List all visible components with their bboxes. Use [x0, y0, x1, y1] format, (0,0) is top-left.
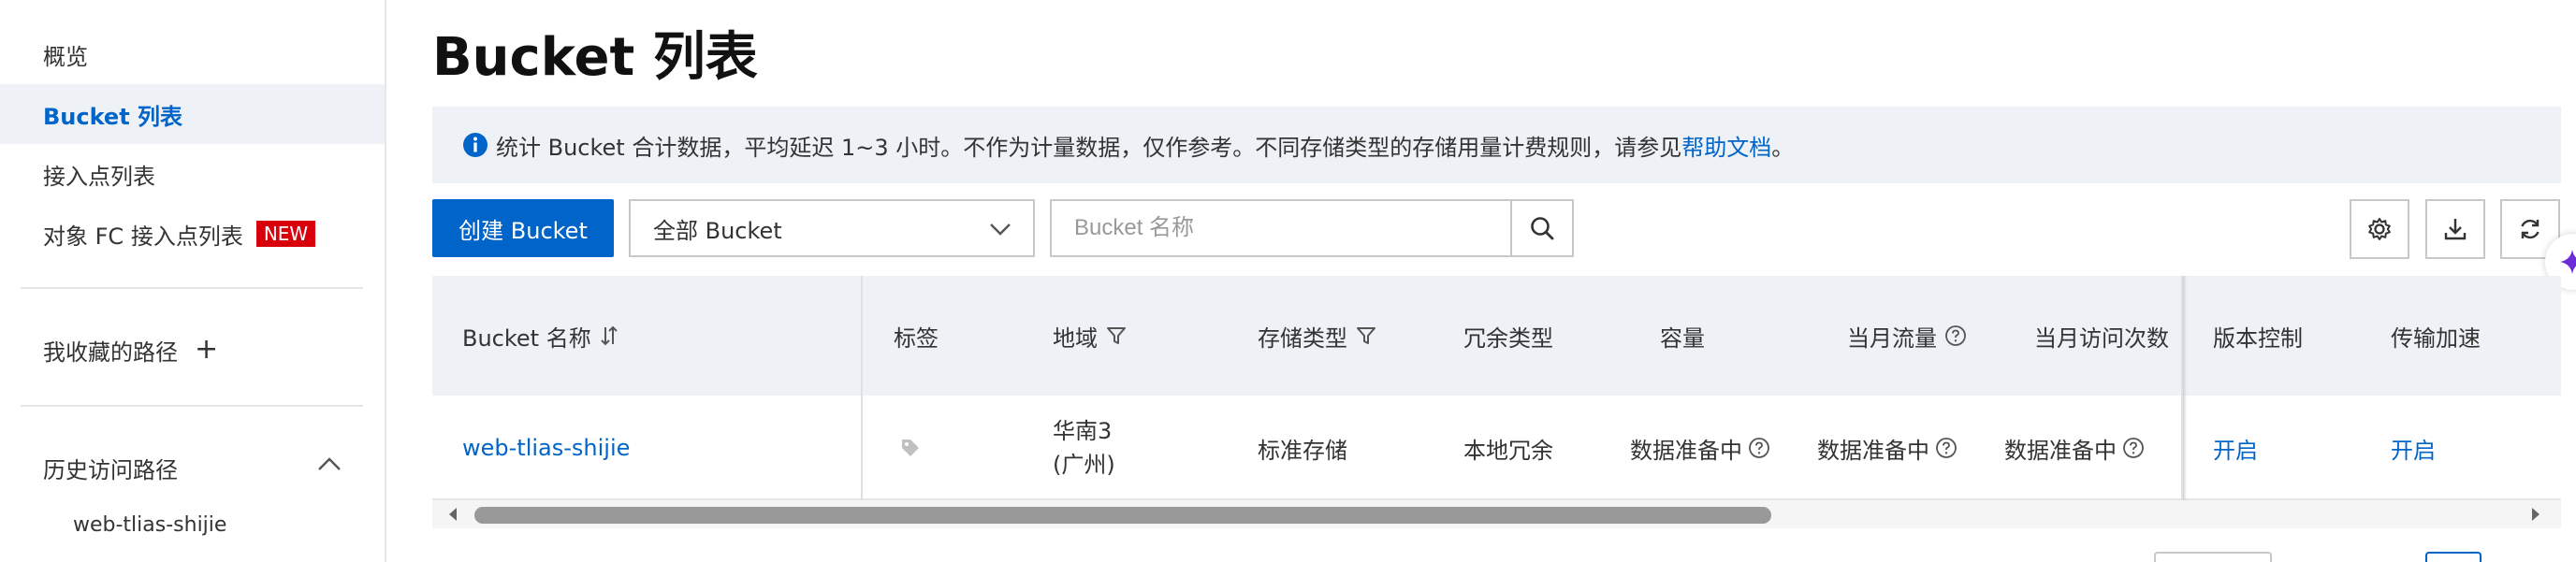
th-capacity: 容量	[1660, 324, 1705, 352]
page-size-select[interactable]	[2154, 552, 2272, 562]
pagination-current-page[interactable]	[2425, 552, 2481, 562]
download-icon	[2444, 219, 2467, 240]
th-tags: 标签	[894, 324, 939, 352]
storage-type-cell: 标准存储	[1258, 437, 1347, 464]
column-divider	[861, 276, 863, 500]
region-cell: 华南3 (广州)	[1053, 396, 1115, 500]
acceleration-enable-link[interactable]: 开启	[2391, 396, 2436, 500]
help-icon[interactable]	[2122, 437, 2145, 459]
th-monthly-requests: 当月访问次数	[2034, 324, 2169, 352]
redundancy-cell: 本地冗余	[1463, 437, 1553, 464]
sidebar-item-bucket-list[interactable]: Bucket 列表	[0, 84, 385, 144]
scroll-left-arrow-icon[interactable]	[445, 506, 460, 523]
sparkle-icon	[2560, 250, 2576, 274]
th-versioning: 版本控制	[2213, 324, 2303, 352]
bucket-name-link[interactable]: web-tlias-shijie	[462, 396, 630, 500]
table-header: Bucket 名称 标签 地域 存储类型 冗余类型 容量 当月流量 当月访问次数…	[432, 276, 2561, 396]
refresh-icon	[2521, 219, 2540, 239]
notice-text: 统计 Bucket 合计数据，平均延迟 1~3 小时。不作为计量数据，仅作参考。…	[496, 134, 1682, 161]
sidebar: 概览 Bucket 列表 接入点列表 对象 FC 接入点列表 NEW 我收藏的路…	[0, 0, 386, 562]
th-redundancy: 冗余类型	[1463, 324, 1553, 352]
notice-suffix: 。	[1771, 134, 1795, 161]
help-icon[interactable]	[1944, 324, 1967, 347]
sidebar-item-fc-access-points[interactable]: 对象 FC 接入点列表 NEW	[0, 204, 385, 264]
th-storage-type[interactable]: 存储类型	[1258, 276, 1377, 396]
th-acceleration: 传输加速	[2391, 324, 2481, 352]
tag-icon[interactable]	[899, 437, 922, 459]
requests-cell: 数据准备中	[2004, 396, 2145, 500]
help-icon[interactable]	[1748, 437, 1770, 459]
sidebar-item-label: 对象 FC 接入点列表	[43, 223, 243, 250]
sidebar-item-access-points[interactable]: 接入点列表	[0, 144, 385, 204]
sidebar-item-overview[interactable]: 概览	[0, 24, 385, 84]
new-badge: NEW	[255, 221, 316, 247]
sidebar-item-label: 概览	[43, 43, 88, 70]
sort-icon[interactable]	[599, 324, 619, 348]
gear-icon	[2368, 218, 2391, 240]
sidebar-history[interactable]: 历史访问路径	[0, 438, 385, 497]
region-name: 华南3	[1053, 418, 1113, 444]
th-label: 地域	[1053, 324, 1098, 352]
sidebar-item-label: 接入点列表	[43, 163, 155, 190]
bucket-name-search-input[interactable]	[1052, 201, 1510, 255]
help-icon[interactable]	[1935, 437, 1957, 459]
sidebar-divider	[21, 405, 363, 407]
sidebar-item-label: Bucket 列表	[43, 103, 183, 130]
th-label: 当月流量	[1847, 324, 1937, 352]
filter-icon[interactable]	[1355, 324, 1377, 347]
oss-console-page: 概览 Bucket 列表 接入点列表 对象 FC 接入点列表 NEW 我收藏的路…	[0, 0, 2576, 562]
bucket-filter-select[interactable]: 全部 Bucket	[629, 199, 1035, 257]
table-row: web-tlias-shijie 华南3 (广州) 标准存储 本地冗余 数据准备…	[432, 396, 2561, 500]
page-title: Bucket 列表	[432, 27, 758, 88]
search-icon	[1531, 217, 1554, 240]
requests-value: 数据准备中	[2004, 437, 2117, 464]
chevron-up-icon[interactable]	[317, 456, 342, 471]
traffic-value: 数据准备中	[1817, 437, 1929, 464]
search-button[interactable]	[1510, 201, 1572, 255]
th-bucket-name[interactable]: Bucket 名称	[462, 276, 619, 396]
history-item[interactable]: web-tlias-shijie	[73, 513, 226, 537]
sidebar-divider	[21, 287, 363, 289]
th-label: Bucket 名称	[462, 324, 591, 352]
th-monthly-traffic: 当月流量	[1847, 276, 1967, 396]
info-icon	[463, 133, 488, 157]
settings-button[interactable]	[2350, 199, 2409, 259]
download-button[interactable]	[2425, 199, 2485, 259]
fixed-column-shadow	[2183, 276, 2187, 500]
scroll-right-arrow-icon[interactable]	[2528, 506, 2543, 523]
scrollbar-thumb[interactable]	[474, 507, 1771, 524]
help-doc-link[interactable]: 帮助文档	[1681, 129, 1771, 162]
info-notice: 统计 Bucket 合计数据，平均延迟 1~3 小时。不作为计量数据，仅作参考。…	[432, 107, 2561, 183]
sidebar-favorites[interactable]: 我收藏的路径 +	[0, 320, 385, 380]
history-label: 历史访问路径	[43, 456, 178, 483]
capacity-cell: 数据准备中	[1630, 396, 1770, 500]
filter-icon[interactable]	[1105, 324, 1128, 347]
favorites-label: 我收藏的路径	[43, 339, 178, 366]
region-city: (广州)	[1053, 452, 1115, 478]
plus-icon[interactable]: +	[195, 336, 218, 364]
th-label: 存储类型	[1258, 324, 1347, 352]
capacity-value: 数据准备中	[1630, 437, 1742, 464]
bucket-search	[1050, 199, 1574, 257]
bucket-filter-value: 全部 Bucket	[653, 217, 782, 244]
th-region[interactable]: 地域	[1053, 276, 1128, 396]
traffic-cell: 数据准备中	[1817, 396, 1957, 500]
chevron-down-icon	[990, 223, 1011, 236]
create-bucket-button[interactable]: 创建 Bucket	[432, 199, 614, 257]
tags-cell	[894, 396, 922, 500]
versioning-enable-link[interactable]: 开启	[2213, 396, 2258, 500]
